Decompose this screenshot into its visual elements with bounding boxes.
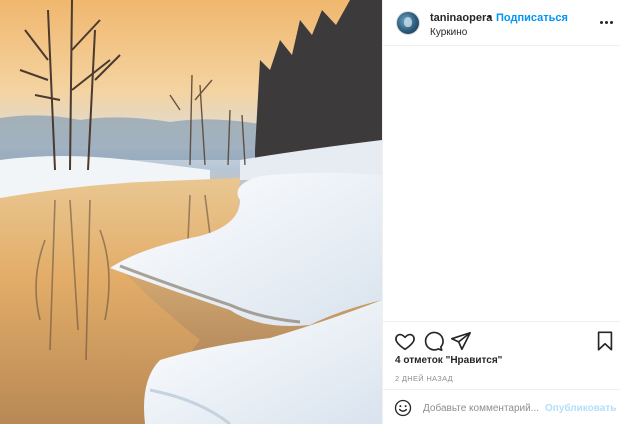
post-side-panel: taninaopera • Подписаться Куркино 4 отме… (382, 0, 620, 424)
avatar[interactable] (396, 11, 420, 35)
winter-landscape-illustration (0, 0, 382, 424)
location-link[interactable]: Куркино (430, 27, 467, 38)
post-header: taninaopera • Подписаться Куркино (383, 0, 620, 46)
bookmark-icon[interactable] (594, 330, 616, 352)
comment-icon[interactable] (422, 330, 444, 352)
username-link[interactable]: taninaopera (430, 12, 492, 24)
heart-icon[interactable] (394, 330, 416, 352)
send-icon[interactable] (450, 330, 472, 352)
comment-input[interactable] (423, 399, 539, 417)
smiley-icon[interactable] (394, 399, 412, 417)
follow-button[interactable]: Подписаться (496, 12, 568, 24)
more-options-icon[interactable] (600, 16, 614, 28)
publish-button[interactable]: Опубликовать (545, 403, 616, 414)
likes-count[interactable]: 4 отметок "Нравится" (395, 355, 502, 366)
separator-dot: • (488, 11, 492, 23)
post-timestamp[interactable]: 2 ДНЕЙ НАЗАД (395, 374, 453, 383)
comment-form: Опубликовать (383, 389, 620, 424)
post-photo[interactable] (0, 0, 382, 424)
